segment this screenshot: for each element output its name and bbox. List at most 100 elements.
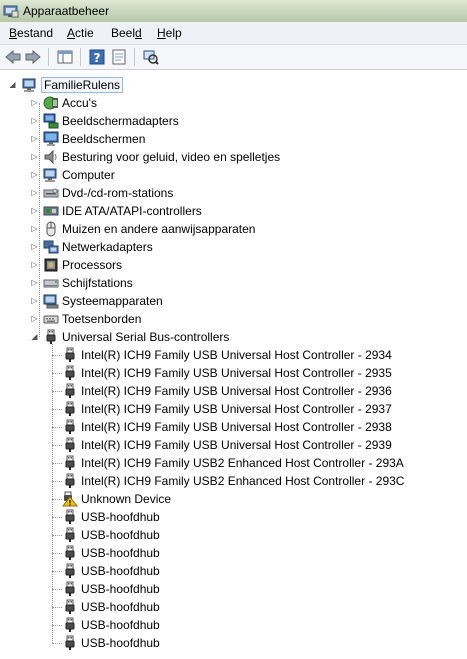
- tree-category[interactable]: Dvd-/cd-rom-stations: [43, 184, 173, 202]
- tree-category[interactable]: Beeldschermadapters: [43, 112, 179, 130]
- usb-icon: [62, 347, 78, 363]
- tree-device[interactable]: Intel(R) ICH9 Family USB Universal Host …: [62, 346, 392, 364]
- tree-connector: [52, 589, 62, 590]
- menu-beeld[interactable]: Beeld: [111, 26, 142, 40]
- tree-category[interactable]: Besturing voor geluid, video en spelletj…: [43, 148, 280, 166]
- expand-toggle[interactable]: ▷: [30, 134, 39, 143]
- usb-icon: [62, 545, 78, 561]
- expand-toggle[interactable]: ▷: [30, 224, 39, 233]
- tree-node-label: Intel(R) ICH9 Family USB Universal Host …: [81, 348, 392, 362]
- properties-icon[interactable]: [110, 48, 128, 66]
- tree-node-label: Netwerkadapters: [62, 240, 153, 254]
- tree-node-label: Intel(R) ICH9 Family USB Universal Host …: [81, 402, 392, 416]
- tree-node-label: Universal Serial Bus-controllers: [62, 330, 230, 344]
- tree-device-unknown[interactable]: Unknown Device: [62, 490, 171, 508]
- tree-device[interactable]: USB-hoofdhub: [62, 616, 160, 634]
- help-icon[interactable]: ?: [88, 48, 106, 66]
- console-tree-icon[interactable]: [56, 48, 74, 66]
- menu-actie[interactable]: Actie: [67, 26, 94, 40]
- expand-toggle[interactable]: ▷: [30, 116, 39, 125]
- tree-category[interactable]: Schijfstations: [43, 274, 133, 292]
- tree-category[interactable]: Muizen en andere aanwijsapparaten: [43, 220, 255, 238]
- expand-toggle[interactable]: ▷: [30, 260, 39, 269]
- tree-category-usb[interactable]: Universal Serial Bus-controllers: [43, 328, 229, 346]
- tree-device[interactable]: USB-hoofdhub: [62, 580, 160, 598]
- menu-bar: Bestand Actie Beeld Help: [0, 22, 467, 45]
- usb-icon: [62, 401, 78, 417]
- expand-toggle[interactable]: ▷: [30, 98, 39, 107]
- tree-node-label: Intel(R) ICH9 Family USB Universal Host …: [81, 384, 392, 398]
- tree-node-label: Muizen en andere aanwijsapparaten: [62, 222, 256, 236]
- expand-toggle[interactable]: ▷: [30, 152, 39, 161]
- tree-root[interactable]: FamilieRulens: [22, 76, 124, 94]
- tree-device[interactable]: Intel(R) ICH9 Family USB2 Enhanced Host …: [62, 472, 404, 490]
- forward-icon[interactable]: [24, 48, 42, 66]
- menu-help[interactable]: Help: [157, 26, 182, 40]
- tree-connector: [52, 373, 62, 374]
- tree-category[interactable]: Computer: [43, 166, 115, 184]
- tree-connector: [52, 355, 62, 356]
- dvd-drive-icon: [43, 185, 59, 201]
- tree-connector: [52, 625, 62, 626]
- tree-device[interactable]: Intel(R) ICH9 Family USB2 Enhanced Host …: [62, 454, 404, 472]
- tree-device[interactable]: USB-hoofdhub: [62, 562, 160, 580]
- usb-icon: [62, 455, 78, 471]
- usb-icon: [62, 473, 78, 489]
- tree-node-label: Intel(R) ICH9 Family USB Universal Host …: [81, 438, 392, 452]
- tree-device[interactable]: Intel(R) ICH9 Family USB Universal Host …: [62, 436, 392, 454]
- computer-icon: [43, 167, 59, 183]
- expand-toggle[interactable]: ▷: [30, 188, 39, 197]
- tree-node-label: Intel(R) ICH9 Family USB2 Enhanced Host …: [81, 474, 405, 488]
- expand-toggle[interactable]: ▷: [30, 314, 39, 323]
- expand-toggle[interactable]: ▷: [30, 206, 39, 215]
- tree-category[interactable]: Systeemapparaten: [43, 292, 163, 310]
- svg-text:?: ?: [94, 51, 101, 65]
- display-adapter-icon: [43, 113, 59, 129]
- root-collapse-toggle[interactable]: ◢: [8, 80, 17, 89]
- tree-device[interactable]: USB-hoofdhub: [62, 598, 160, 616]
- tree-device[interactable]: Intel(R) ICH9 Family USB Universal Host …: [62, 382, 392, 400]
- mouse-icon: [43, 221, 59, 237]
- tree-category[interactable]: IDE ATA/ATAPI-controllers: [43, 202, 202, 220]
- tree-device[interactable]: Intel(R) ICH9 Family USB Universal Host …: [62, 364, 392, 382]
- tree-category[interactable]: Processors: [43, 256, 122, 274]
- window-title: Apparaatbeheer: [23, 4, 110, 18]
- expand-toggle[interactable]: ▷: [30, 170, 39, 179]
- tree-node-label: Toetsenborden: [62, 312, 142, 326]
- tree-device[interactable]: USB-hoofdhub: [62, 634, 160, 652]
- usb-icon: [62, 419, 78, 435]
- device-tree[interactable]: ◢ FamilieRulens ▷ Accu's ▷ Beeldschermadapter…: [0, 71, 467, 659]
- toolbar: ?: [0, 45, 467, 70]
- tree-device[interactable]: Intel(R) ICH9 Family USB Universal Host …: [62, 418, 392, 436]
- back-icon[interactable]: [4, 48, 22, 66]
- menu-bestand[interactable]: Bestand: [9, 26, 53, 40]
- title-bar[interactable]: Apparaatbeheer: [0, 0, 467, 22]
- scan-hardware-icon[interactable]: [142, 48, 160, 66]
- warning-icon: [62, 491, 78, 507]
- tree-category[interactable]: Netwerkadapters: [43, 238, 153, 256]
- tree-connector: [52, 344, 53, 643]
- collapse-toggle[interactable]: ◢: [30, 332, 39, 341]
- tree-node-label: Computer: [62, 168, 115, 182]
- tree-connector: [52, 499, 62, 500]
- tree-node-label: Unknown Device: [81, 492, 172, 506]
- tree-device[interactable]: USB-hoofdhub: [62, 544, 160, 562]
- tree-connector: [52, 391, 62, 392]
- expand-toggle[interactable]: ▷: [30, 296, 39, 305]
- tree-category[interactable]: Toetsenborden: [43, 310, 141, 328]
- tree-connector: [52, 535, 62, 536]
- tree-category[interactable]: Accu's: [43, 94, 97, 112]
- computer-icon: [22, 77, 38, 93]
- tree-device[interactable]: Intel(R) ICH9 Family USB Universal Host …: [62, 400, 392, 418]
- usb-icon: [43, 329, 59, 345]
- tree-category[interactable]: Beeldschermen: [43, 130, 145, 148]
- tree-node-label: USB-hoofdhub: [81, 636, 160, 650]
- tree-node-label: Intel(R) ICH9 Family USB Universal Host …: [81, 366, 392, 380]
- expand-toggle[interactable]: ▷: [30, 242, 39, 251]
- tree-node-label: USB-hoofdhub: [81, 528, 160, 542]
- expand-toggle[interactable]: ▷: [30, 278, 39, 287]
- tree-node-label: FamilieRulens: [41, 77, 124, 93]
- tree-device[interactable]: USB-hoofdhub: [62, 508, 160, 526]
- tree-device[interactable]: USB-hoofdhub: [62, 526, 160, 544]
- ide-controller-icon: [43, 203, 59, 219]
